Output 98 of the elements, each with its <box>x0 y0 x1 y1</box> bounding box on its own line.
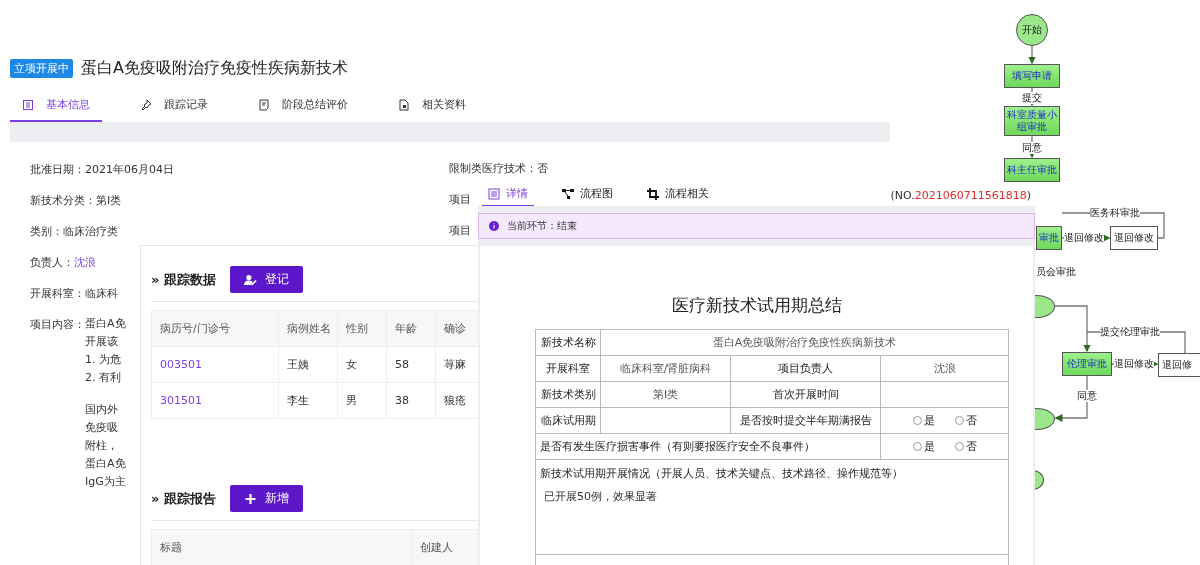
field-label: 类别： <box>30 224 63 238</box>
info-icon <box>489 221 499 231</box>
field-value: 临床科 <box>85 286 118 300</box>
document-icon <box>22 98 34 111</box>
field-label: 限制类医疗技术：否 <box>449 162 548 176</box>
start-node: 开始 <box>1016 14 1048 46</box>
form-label: 项目负责人 <box>730 355 881 382</box>
content-text: 国内外 <box>85 403 119 417</box>
content-text: 蛋白A免 <box>85 457 126 471</box>
crop-icon <box>647 187 659 200</box>
form-label: 新技术类别 <box>535 381 601 408</box>
pin-icon <box>140 98 152 111</box>
connector <box>1054 375 1088 422</box>
edge-label: 提交 <box>1022 92 1042 104</box>
field-value: 2021年06月04日 <box>85 162 174 176</box>
edge-label: 医务科审批 <box>1090 207 1140 219</box>
field-label: 项目 <box>449 193 471 207</box>
field-label: 项目 <box>449 224 471 238</box>
content-text: 附柱， <box>85 439 119 453</box>
record-link[interactable]: 301501 <box>151 382 279 419</box>
radio-label: 是 <box>923 413 935 428</box>
column-header: 确诊 <box>435 310 481 347</box>
edge-label: 提交伦理审批 <box>1100 326 1160 338</box>
edge-label: 同意 <box>1022 142 1042 154</box>
content-text: IgG为主 <box>85 475 126 489</box>
tab[interactable]: 跟踪记录 <box>128 97 220 122</box>
form-label: 新技术名称 <box>535 329 601 356</box>
table-cell: 男 <box>337 382 387 419</box>
table-cell: 38 <box>386 382 436 419</box>
form-label: 临床试用期 <box>535 407 601 434</box>
edge-label: 退回修改 <box>1064 232 1104 244</box>
section-title: » 跟踪数据 <box>151 270 216 289</box>
tab[interactable]: 流程图 <box>556 183 619 207</box>
file-icon <box>398 98 410 111</box>
record-link[interactable]: 003501 <box>151 346 279 383</box>
column-header: 病例姓名 <box>278 310 338 347</box>
column-header: 标题 <box>151 529 412 565</box>
edge-label: 退回修改 <box>1114 358 1154 370</box>
table-cell: 李生 <box>278 382 338 419</box>
project-title: 蛋白A免疫吸附治疗免疫性疾病新技术 <box>81 58 348 79</box>
form-value: 蛋白A免疫吸附治疗免疫性疾病新技术 <box>600 329 1009 356</box>
process-node: 伦理审批 <box>1062 352 1112 376</box>
content-text: 免疫吸 <box>85 421 119 435</box>
form-value: 第Ⅰ类 <box>600 381 731 408</box>
form-label: 首次开展时间 <box>730 381 881 408</box>
user-icon <box>243 273 257 286</box>
connector <box>1028 45 1036 65</box>
field-label: 新技术分类： <box>30 193 96 207</box>
tab[interactable]: 阶段总结评价 <box>246 97 360 122</box>
table-cell: 58 <box>386 346 436 383</box>
column-header: 创建人 <box>411 529 481 565</box>
radio-label: 否 <box>965 413 977 428</box>
field-label: 批准日期： <box>30 162 85 176</box>
plus-icon <box>243 492 257 505</box>
form-label: 是否按时提交半年期满报告 <box>730 407 881 434</box>
field-label: 项目内容： <box>30 317 85 333</box>
field-value: 临床治疗类 <box>63 224 118 238</box>
field-label: 开展科室： <box>30 286 85 300</box>
status-badge: 立项开展中 <box>10 59 73 78</box>
content-text: 2. 有利 <box>85 371 122 385</box>
person-link[interactable]: 沈浪 <box>74 255 96 269</box>
content-text: 开展该 <box>85 335 119 349</box>
table-cell: 王姨 <box>278 346 338 383</box>
radio-label: 否 <box>965 439 977 454</box>
process-node: 退回修改 <box>1110 226 1158 250</box>
process-node: 填写申请 <box>1004 64 1060 88</box>
field-value: 第Ⅰ类 <box>96 193 122 207</box>
process-node: 科室质量小组审批 <box>1004 106 1060 136</box>
tab[interactable]: 流程相关 <box>641 183 715 207</box>
form-title: 医疗新技术试用期总结 <box>670 294 843 317</box>
record-number: (NO.2021060711561818) <box>890 188 1032 202</box>
section-title: » 跟踪报告 <box>151 489 216 508</box>
form-value: 临床科室/肾脏病科 <box>600 355 731 382</box>
list-icon <box>488 187 500 200</box>
form-value: 沈浪 <box>880 355 1009 382</box>
form-label: 开展科室 <box>535 355 601 382</box>
content-text: 1. 为危 <box>85 353 122 367</box>
report-icon <box>258 98 270 111</box>
register-button[interactable]: 登记 <box>229 266 303 293</box>
radio-label: 是 <box>923 439 935 454</box>
edge-label: 员会审批 <box>1036 266 1076 278</box>
edge-label: 同意 <box>1077 390 1097 402</box>
process-node: 退回修 <box>1158 353 1200 377</box>
column-header: 病历号/门诊号 <box>151 310 279 347</box>
field-label: 负责人： <box>30 255 74 269</box>
column-header: 年龄 <box>386 310 436 347</box>
question-text: 新技术试用期开展情况（开展人员、技术关键点、技术路径、操作规范等） <box>540 466 904 481</box>
alert-text: 当前环节：结束 <box>507 219 577 233</box>
column-header: 性别 <box>337 310 387 347</box>
process-node: 科主任审批 <box>1004 158 1060 182</box>
tab[interactable]: 相关资料 <box>386 97 478 122</box>
content-text: 蛋白A免 <box>85 317 126 331</box>
process-node: 审批 <box>1036 226 1062 250</box>
flow-icon <box>562 187 574 200</box>
answer-text: 已开展50例，效果显著 <box>543 489 658 504</box>
add-button[interactable]: 新增 <box>229 485 303 512</box>
form-question: 是否有发生医疗损害事件（有则要报医疗安全不良事件） <box>535 433 881 460</box>
table-cell: 女 <box>337 346 387 383</box>
